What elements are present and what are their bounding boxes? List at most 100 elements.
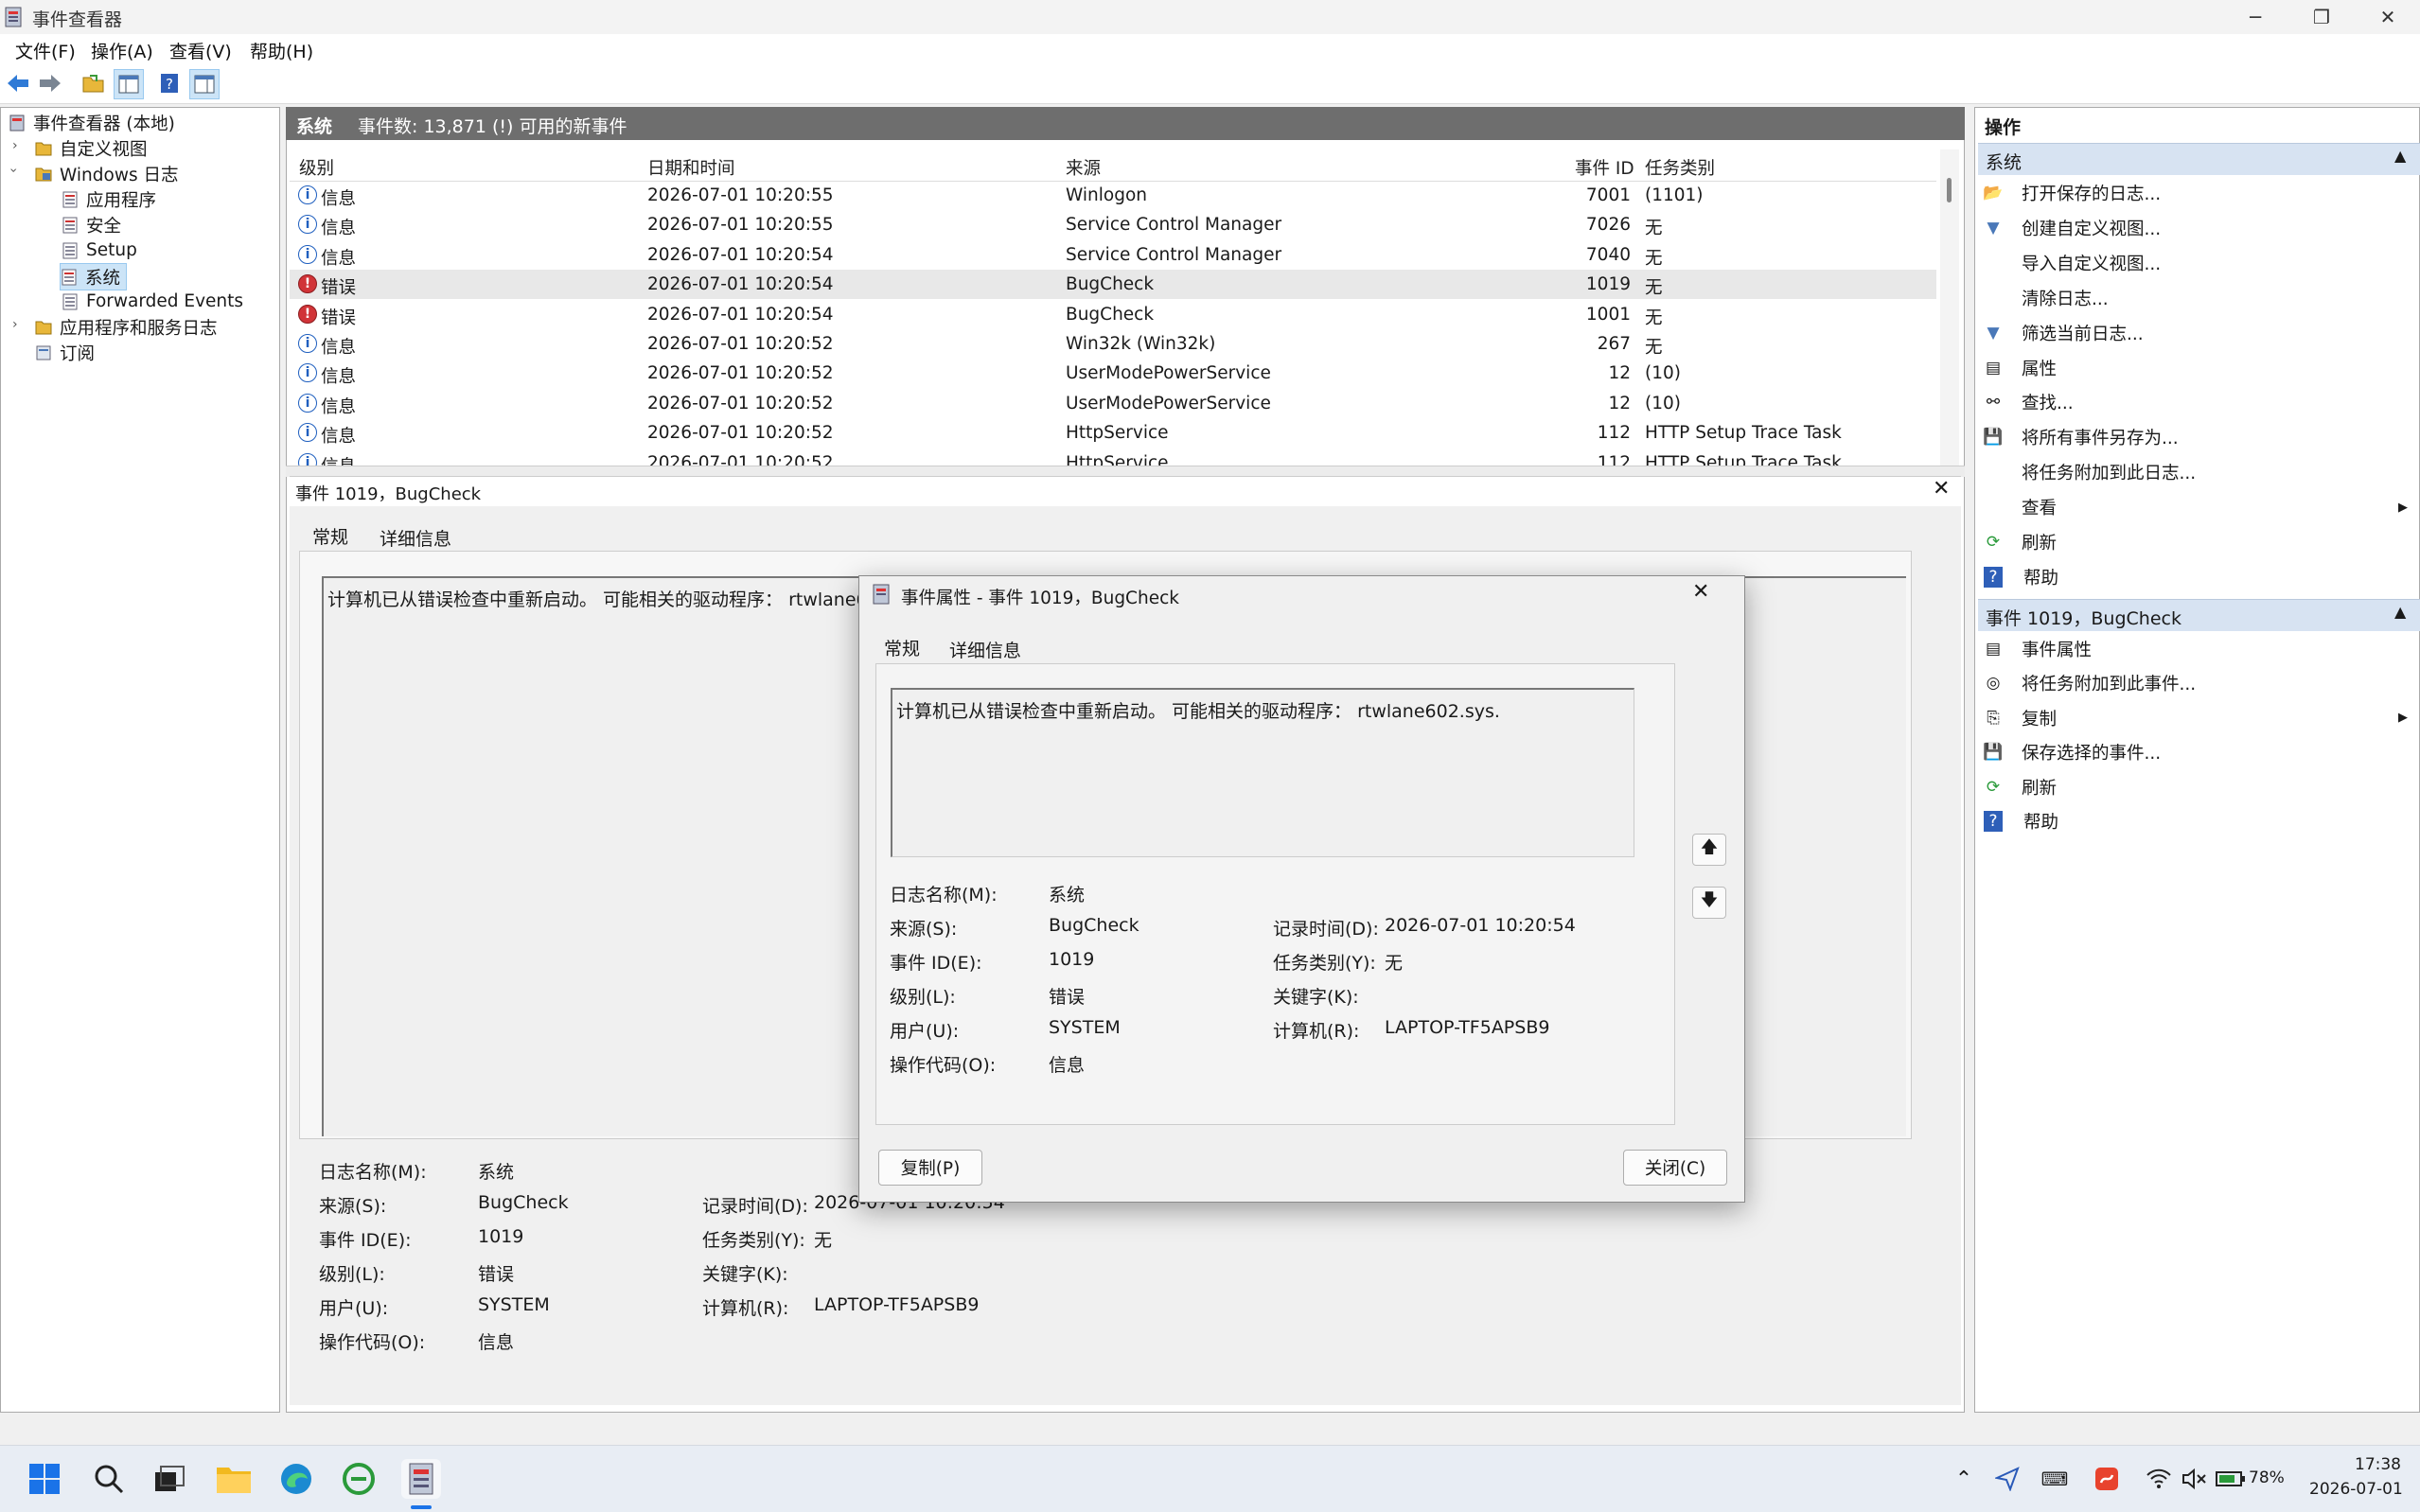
tree-item-forwarded-events[interactable]: Forwarded Events xyxy=(62,289,243,314)
previous-event-button[interactable]: 🡅 xyxy=(1692,834,1726,866)
actions-section-event[interactable]: 事件 1019，BugCheck ▲ xyxy=(1978,599,2420,631)
table-row[interactable]: i 信息 2026-07-01 10:20:52 Win32k (Win32k) 无 26… xyxy=(290,329,1936,359)
search-icon[interactable] xyxy=(89,1459,129,1499)
tree-item-root[interactable]: 事件查看器 (本地) xyxy=(9,110,175,135)
back-icon[interactable] xyxy=(4,69,32,97)
dialog-tab-details[interactable]: 详细信息 xyxy=(949,637,1021,662)
menu-action[interactable]: 操作(A) xyxy=(91,38,153,63)
column-task-category[interactable]: 任务类别 xyxy=(1645,155,1715,180)
chevron-right-icon[interactable]: › xyxy=(12,317,18,332)
forward-icon[interactable] xyxy=(36,69,64,97)
wps-icon[interactable] xyxy=(2087,1459,2127,1499)
action-items1-0[interactable]: 📂 打开保存的日志... xyxy=(1982,177,2161,209)
cell-event-id: 1019 xyxy=(1585,274,1631,295)
scrollbar-thumb[interactable] xyxy=(1947,178,1952,202)
detail-tab-general[interactable]: 常规 xyxy=(312,523,348,549)
column-source[interactable]: 来源 xyxy=(1066,155,1101,180)
column-event-id[interactable]: 事件 ID xyxy=(1575,155,1634,180)
send-icon[interactable] xyxy=(1987,1459,2027,1499)
action-pane-icon[interactable] xyxy=(189,69,220,99)
help-icon[interactable]: ? xyxy=(155,69,184,97)
table-row[interactable]: ! 错误 2026-07-01 10:20:54 BugCheck 无 1001 xyxy=(290,300,1936,329)
action-items1-1[interactable]: ▼ 创建自定义视图... xyxy=(1982,212,2161,244)
table-row[interactable]: ! 错误 2026-07-01 10:20:54 BugCheck 无 1019 xyxy=(290,270,1936,300)
cell-task-category: 无 xyxy=(1645,278,1663,299)
tree-item-application[interactable]: 应用程序 xyxy=(62,186,156,212)
action-items2-5[interactable]: ? 帮助 xyxy=(1982,805,2058,837)
action-items1-5[interactable]: ▤ 属性 xyxy=(1982,352,2057,384)
clock-date[interactable]: 2026-07-01 xyxy=(2309,1480,2403,1499)
table-row[interactable]: i 信息 2026-07-01 10:20:55 Service Control Ma… xyxy=(290,210,1936,239)
clock-time[interactable]: 17:38 xyxy=(2355,1455,2401,1474)
start-icon[interactable] xyxy=(25,1459,64,1499)
console-tree-icon[interactable] xyxy=(114,69,144,99)
battery-icon[interactable] xyxy=(2211,1459,2251,1499)
wifi-icon[interactable] xyxy=(2139,1459,2179,1499)
dialog-message-box[interactable]: 计算机已从错误检查中重新启动。 可能相关的驱动程序： rtwlane602.sy… xyxy=(891,688,1634,857)
event-viewer-taskbar-icon[interactable] xyxy=(401,1459,441,1499)
action-items2-1[interactable]: ◎ 将任务附加到此事件... xyxy=(1982,667,2197,699)
list-scrollbar[interactable] xyxy=(1940,149,1959,466)
app-icon-green[interactable] xyxy=(339,1459,379,1499)
action-items2-0[interactable]: ▤ 事件属性 xyxy=(1982,633,2092,665)
tree-item-setup[interactable]: Setup xyxy=(62,237,137,263)
task-view-icon[interactable] xyxy=(150,1459,189,1499)
input-method-icon[interactable]: ⌨ xyxy=(2035,1459,2075,1499)
table-row[interactable]: i 信息 2026-07-01 10:20:54 Service Control Ma… xyxy=(290,240,1936,270)
table-row[interactable]: i 信息 2026-07-01 10:20:55 Winlogon (1101) 7001 xyxy=(290,181,1936,210)
volume-muted-icon[interactable] xyxy=(2175,1459,2215,1499)
action-items1-11[interactable]: ? 帮助 xyxy=(1982,561,2058,593)
cell-datetime: 2026-07-01 10:20:52 xyxy=(647,363,834,384)
action-items1-4[interactable]: ▼ 筛选当前日志... xyxy=(1982,317,2143,349)
tree-item-windows-logs[interactable]: Windows 日志 xyxy=(35,161,178,186)
copy-button[interactable]: 复制(P) xyxy=(878,1150,982,1186)
action-items1-10[interactable]: ⟳ 刷新 xyxy=(1982,526,2057,558)
action-items1-9[interactable]: 查看 ▶ xyxy=(1982,491,2408,523)
dialog-source: BugCheck xyxy=(1049,915,1139,936)
tree-item-apps-services[interactable]: 应用程序和服务日志 xyxy=(35,314,218,340)
action-items1-2[interactable]: 导入自定义视图... xyxy=(1982,247,2161,279)
close-button[interactable]: ✕ xyxy=(2355,0,2420,34)
dialog-close-icon[interactable]: ✕ xyxy=(1692,580,1709,604)
tree-item-security[interactable]: 安全 xyxy=(62,212,121,237)
column-datetime[interactable]: 日期和时间 xyxy=(647,155,735,180)
action-items1-3[interactable]: 清除日志... xyxy=(1982,282,2109,314)
detail-tab-details[interactable]: 详细信息 xyxy=(380,525,451,551)
edge-icon[interactable] xyxy=(276,1459,316,1499)
action-label: 刷新 xyxy=(2022,534,2058,554)
actions-section-system[interactable]: 系统 ▲ xyxy=(1978,143,2420,175)
tree-item-custom-views[interactable]: 自定义视图 xyxy=(35,135,148,161)
file-explorer-icon[interactable] xyxy=(214,1459,254,1499)
action-items2-2[interactable]: ⎘ 复制 ▶ xyxy=(1982,702,2408,734)
menu-file[interactable]: 文件(F) xyxy=(15,38,76,63)
action-items1-6[interactable]: ⚯ 查找... xyxy=(1982,386,2074,418)
column-level[interactable]: 级别 xyxy=(299,155,334,180)
dialog-tab-general[interactable]: 常规 xyxy=(884,635,920,660)
menu-help[interactable]: 帮助(H) xyxy=(250,38,313,63)
maximize-button[interactable]: ❐ xyxy=(2288,0,2355,34)
minimize-button[interactable]: ─ xyxy=(2222,0,2288,34)
table-row[interactable]: i 信息 2026-07-01 10:20:52 UserModePowerServi… xyxy=(290,389,1936,418)
action-items2-4[interactable]: ⟳ 刷新 xyxy=(1982,771,2057,803)
menu-view[interactable]: 查看(V) xyxy=(169,38,232,63)
collapse-icon[interactable]: ▲ xyxy=(2394,603,2406,621)
attach-task-icon xyxy=(1982,461,2005,483)
chevron-up-icon[interactable]: ⌃ xyxy=(1944,1459,1984,1499)
tree-item-system[interactable]: 系统 xyxy=(60,263,128,290)
table-row[interactable]: i信息 2026-07-01 10:20:52 HttpService HTTP Se… xyxy=(290,418,1936,448)
next-event-button[interactable]: 🡇 xyxy=(1692,887,1726,919)
detail-close-icon[interactable]: ✕ xyxy=(1933,477,1950,501)
chevron-right-icon[interactable]: › xyxy=(12,138,18,153)
cell-task-category: 无 xyxy=(1645,338,1663,358)
table-row[interactable]: i 信息 2026-07-01 10:20:52 UserModePowerServi… xyxy=(290,359,1936,388)
collapse-icon[interactable]: ▲ xyxy=(2394,147,2406,165)
dialog-level-label: 级别(L): xyxy=(890,987,956,1008)
action-items1-7[interactable]: 💾 将所有事件另存为... xyxy=(1982,421,2178,453)
tree-item-subscriptions[interactable]: 订阅 xyxy=(35,340,95,365)
chevron-down-icon[interactable]: › xyxy=(6,167,21,173)
action-items2-3[interactable]: 💾 保存选择的事件... xyxy=(1982,736,2161,768)
action-items1-8[interactable]: 将任务附加到此日志... xyxy=(1982,456,2196,488)
open-folder-icon[interactable] xyxy=(79,69,108,97)
help-icon: ? xyxy=(1984,566,2003,588)
dialog-close-button[interactable]: 关闭(C) xyxy=(1623,1150,1727,1186)
